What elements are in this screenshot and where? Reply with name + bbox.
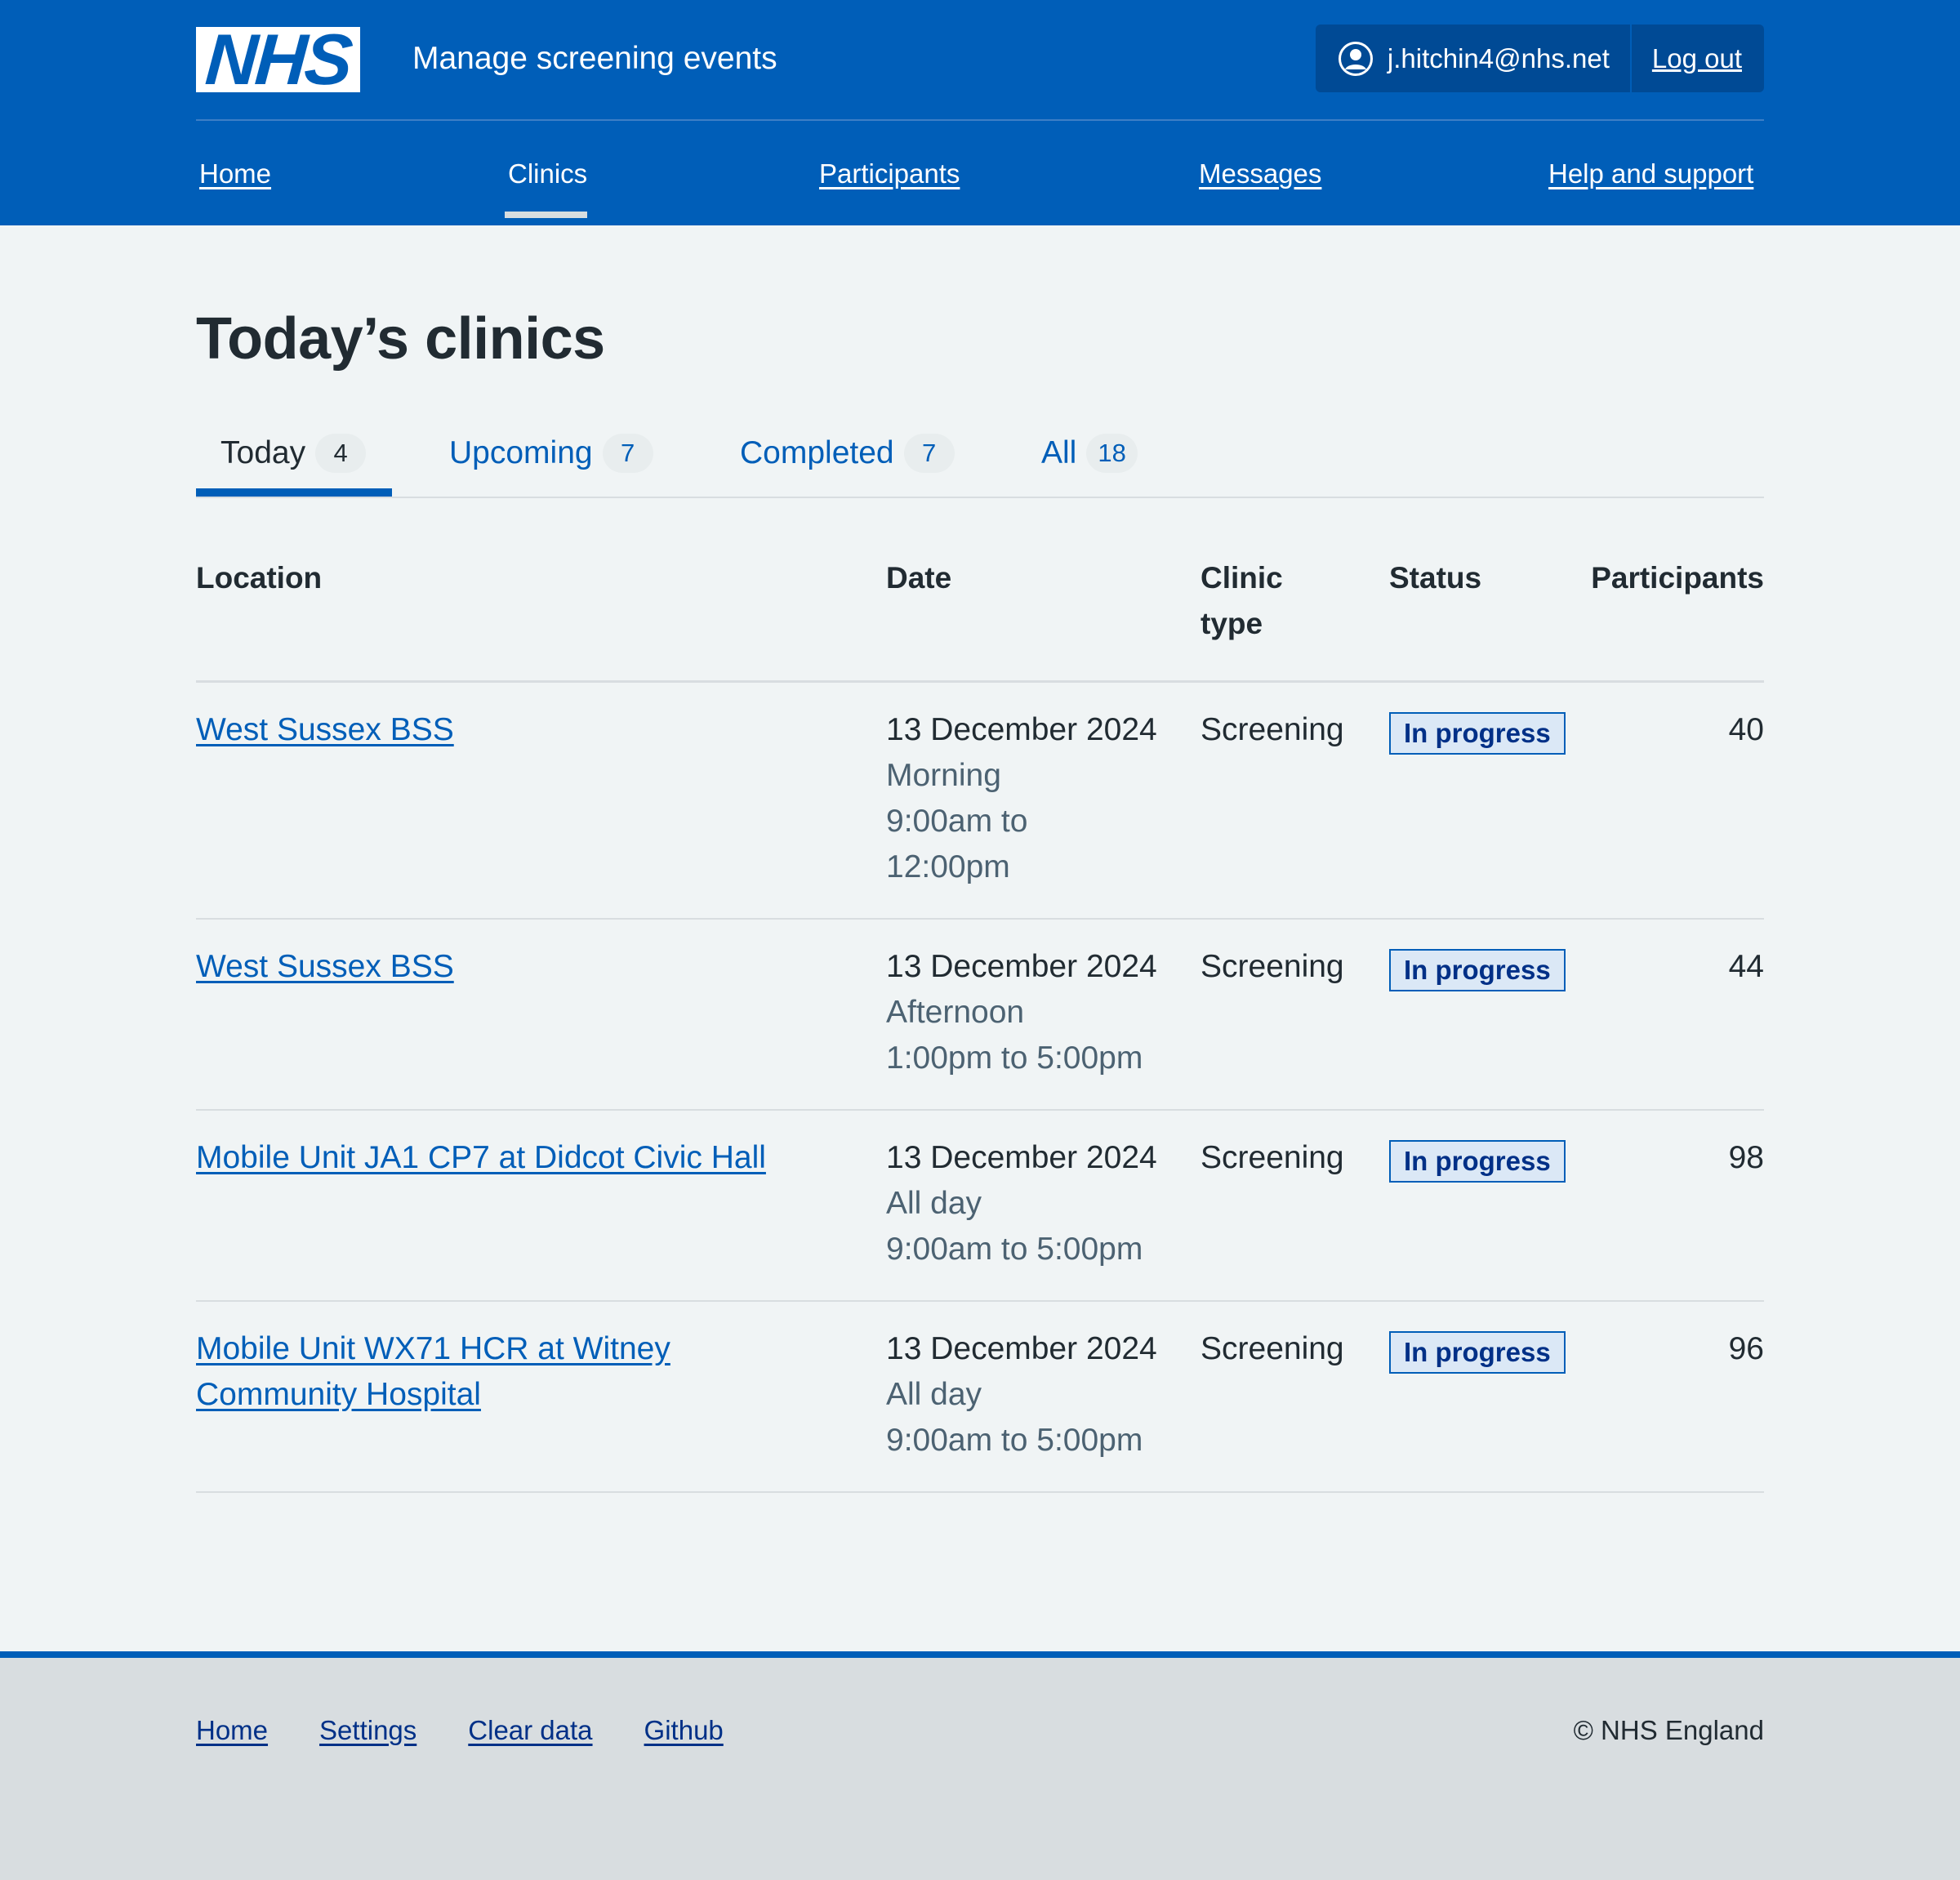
clinic-date: 13 December 2024 (886, 949, 1157, 984)
clinic-location-line1: Mobile Unit WX71 HCR at Witney (196, 1331, 670, 1366)
clinic-location-link[interactable]: West Sussex BSS (196, 712, 454, 747)
clinic-session: Morning (886, 758, 1001, 793)
nhs-logo-text: NHS (203, 19, 354, 100)
account-email-link[interactable]: j.hitchin4@nhs.net (1388, 43, 1610, 74)
table-header: Location Date Clinic type Status Partici… (196, 555, 1764, 683)
date-cell: 13 December 2024 Morning 9:00am to 12:00… (886, 707, 1157, 890)
location-cell: Mobile Unit WX71 HCR at Witney Community… (196, 1326, 670, 1418)
table-row: Mobile Unit JA1 CP7 at Didcot Civic Hall… (196, 1111, 1764, 1302)
status-badge: In progress (1389, 949, 1566, 991)
nav-item-help-and-support[interactable]: Help and support (1548, 155, 1753, 193)
participants-count: 44 (1728, 949, 1764, 984)
column-header-clinic-type: Clinic type (1200, 555, 1283, 647)
column-header-clinic-type-line1: Clinic (1200, 561, 1283, 595)
tab-today[interactable]: Today 4 (220, 429, 367, 478)
clinic-time-continued: 12:00pm (886, 849, 1010, 884)
clinic-date: 13 December 2024 (886, 712, 1157, 747)
selected-tab-indicator (196, 488, 392, 497)
tab-upcoming-label: Upcoming (449, 435, 593, 470)
logout-link[interactable]: Log out (1632, 43, 1764, 74)
participants-count: 40 (1728, 712, 1764, 747)
tab-today-count: 4 (315, 434, 367, 473)
location-cell: West Sussex BSS (196, 707, 454, 753)
page-title: Today’s clinics (196, 306, 605, 372)
tab-completed-count: 7 (903, 434, 955, 473)
nav-item-home[interactable]: Home (199, 155, 271, 193)
nav-item-participants[interactable]: Participants (819, 155, 960, 193)
clinic-location-link[interactable]: Mobile Unit WX71 HCR at Witney Community… (196, 1326, 670, 1418)
footer-link-home[interactable]: Home (196, 1715, 268, 1746)
participants-count: 98 (1728, 1140, 1764, 1175)
clinic-date: 13 December 2024 (886, 1331, 1157, 1366)
clinic-time: 9:00am to 5:00pm (886, 1232, 1143, 1267)
clinic-location-link[interactable]: Mobile Unit JA1 CP7 at Didcot Civic Hall (196, 1140, 766, 1175)
nav-current-indicator (505, 212, 587, 218)
participants-count: 96 (1728, 1331, 1764, 1366)
status-badge: In progress (1389, 1140, 1566, 1183)
clinic-type: Screening (1200, 1140, 1344, 1175)
status-badge: In progress (1389, 1331, 1566, 1374)
nav-item-clinics[interactable]: Clinics (508, 155, 587, 193)
nhs-logo[interactable]: NHS (196, 19, 360, 100)
clinic-time: 9:00am to (886, 804, 1028, 839)
primary-navigation: Home Clinics Participants Messages Help … (196, 155, 1764, 225)
column-header-participants: Participants (1591, 561, 1764, 595)
column-header-date: Date (886, 561, 952, 595)
footer-link-settings[interactable]: Settings (319, 1715, 416, 1746)
table-row: Mobile Unit WX71 HCR at Witney Community… (196, 1302, 1764, 1493)
clinic-date: 13 December 2024 (886, 1140, 1157, 1175)
clinic-session: All day (886, 1377, 982, 1412)
clinic-location-line2: Community Hospital (196, 1377, 481, 1412)
copyright-text: © NHS England (1573, 1715, 1764, 1745)
account-user: j.hitchin4@nhs.net (1316, 25, 1632, 92)
clinic-type: Screening (1200, 712, 1344, 747)
clinic-time: 9:00am to 5:00pm (886, 1423, 1143, 1458)
table-row: West Sussex BSS 13 December 2024 Morning… (196, 683, 1764, 920)
tab-completed[interactable]: Completed 7 (740, 429, 955, 478)
table-row: West Sussex BSS 13 December 2024 Afterno… (196, 920, 1764, 1111)
clinic-session: Afternoon (886, 995, 1025, 1030)
tab-all[interactable]: All 18 (1041, 429, 1138, 478)
column-header-clinic-type-line2: type (1200, 607, 1263, 640)
footer-link-clear-data[interactable]: Clear data (468, 1715, 592, 1746)
date-cell: 13 December 2024 All day 9:00am to 5:00p… (886, 1326, 1157, 1463)
user-icon (1338, 41, 1373, 76)
clinic-type: Screening (1200, 1331, 1344, 1366)
date-cell: 13 December 2024 All day 9:00am to 5:00p… (886, 1135, 1157, 1272)
header-container: NHS Manage screening events j.hitchin4@n… (196, 0, 1764, 225)
date-cell: 13 December 2024 Afternoon 1:00pm to 5:0… (886, 944, 1157, 1081)
header-divider (196, 119, 1764, 121)
location-cell: West Sussex BSS (196, 944, 454, 990)
clinic-time: 1:00pm to 5:00pm (886, 1040, 1143, 1076)
location-cell: Mobile Unit JA1 CP7 at Didcot Civic Hall (196, 1135, 766, 1181)
tab-completed-label: Completed (740, 435, 894, 470)
clinic-type: Screening (1200, 949, 1344, 984)
status-badge: In progress (1389, 712, 1566, 755)
service-name[interactable]: Manage screening events (412, 38, 777, 80)
tab-today-label: Today (220, 435, 306, 470)
clinic-session: All day (886, 1186, 982, 1221)
tab-all-count: 18 (1086, 434, 1138, 473)
account-menu: j.hitchin4@nhs.net Log out (1315, 25, 1764, 92)
tab-all-label: All (1041, 435, 1077, 470)
column-header-status: Status (1389, 561, 1482, 595)
nav-item-messages[interactable]: Messages (1199, 155, 1321, 193)
tab-upcoming-count: 7 (602, 434, 653, 473)
footer-links: Home Settings Clear data Github (196, 1715, 724, 1746)
site-footer: Home Settings Clear data Github © NHS En… (0, 1651, 1960, 1880)
clinic-location-link[interactable]: West Sussex BSS (196, 949, 454, 984)
clinic-tabs: Today 4 Upcoming 7 Completed 7 All 18 (196, 417, 1764, 498)
clinics-table: Location Date Clinic type Status Partici… (196, 555, 1764, 1493)
site-header: NHS Manage screening events j.hitchin4@n… (0, 0, 1960, 225)
footer-link-github[interactable]: Github (644, 1715, 724, 1746)
tab-upcoming[interactable]: Upcoming 7 (449, 429, 653, 478)
column-header-location: Location (196, 561, 323, 595)
